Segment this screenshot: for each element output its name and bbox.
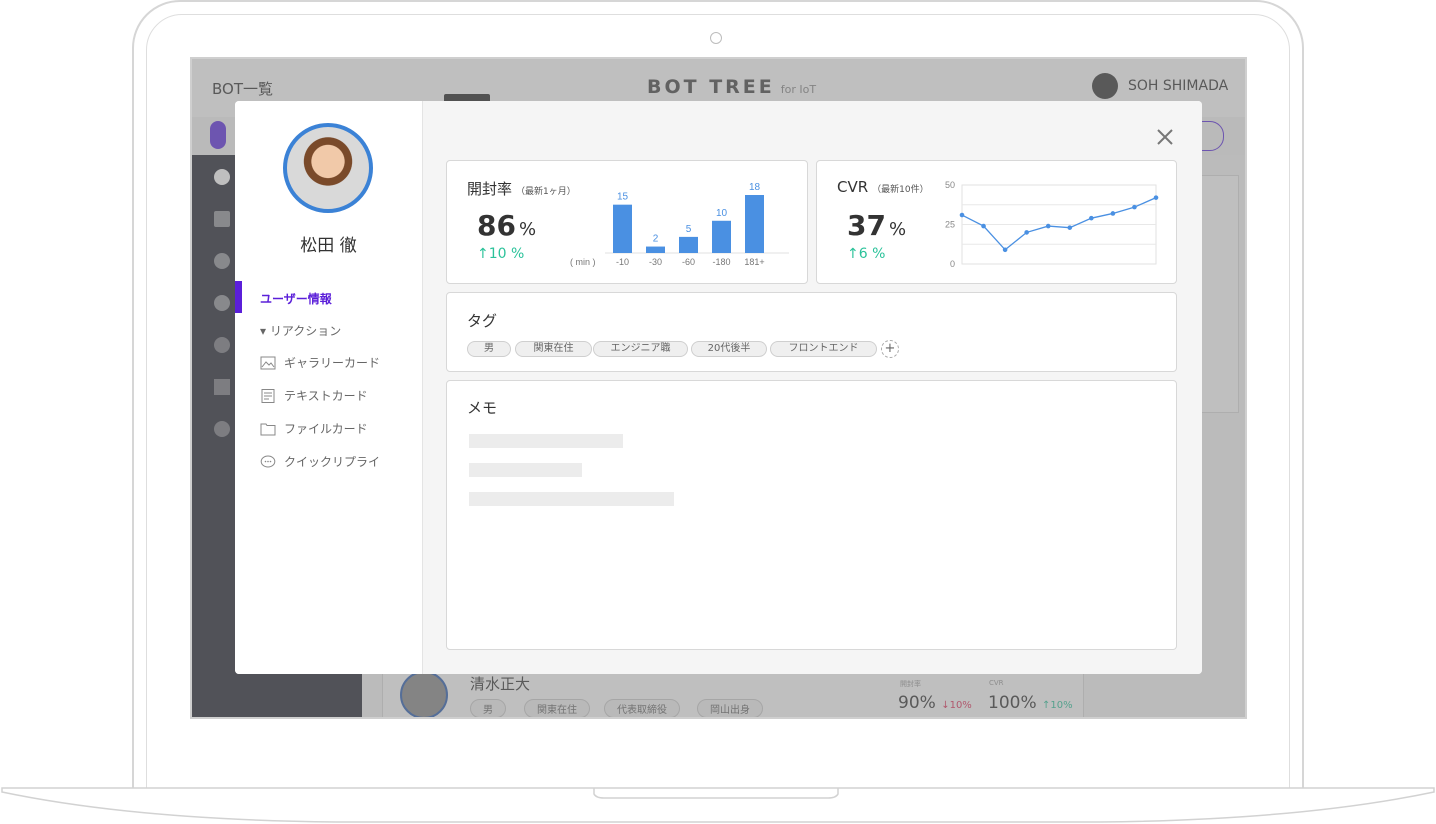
data-point <box>1110 211 1116 216</box>
nav-file-card[interactable]: ファイルカード <box>260 420 368 437</box>
cvr-card: CVR （最新10件） 37% ↑6 % 50 25 0 <box>816 160 1177 284</box>
tick-label: -180 <box>712 257 730 267</box>
cvr-number: 37 <box>847 209 886 242</box>
data-point <box>1132 204 1137 210</box>
x-axis-label: ( min ) <box>570 257 596 267</box>
memo-placeholder-line <box>469 492 674 506</box>
open-rate-card: 開封率 （最新1ヶ月） 86% ↑10 % ( min ) 15 -10 2 -30 5 -6… <box>446 160 808 284</box>
bar <box>712 220 731 253</box>
bar <box>679 236 698 253</box>
tick-label: -60 <box>682 257 695 267</box>
data-label: 5 <box>686 224 692 235</box>
nav-label: クイックリプライ <box>284 455 381 469</box>
profile-photo <box>283 123 373 213</box>
cvr-delta: ↑6 % <box>847 246 886 262</box>
image-icon <box>260 356 276 369</box>
nav-label: ギャラリーカード <box>284 356 381 370</box>
folder-icon <box>260 423 276 435</box>
nav-gallery-card[interactable]: ギャラリーカード <box>260 354 380 371</box>
open-rate-number: 86 <box>477 209 516 242</box>
document-icon <box>261 388 275 403</box>
cvr-value: 37% <box>847 209 906 242</box>
cvr-title: CVR <box>837 178 869 196</box>
data-point <box>1067 225 1073 230</box>
user-detail-modal: 松田 徹 ユーザー情報 ▾ リアクション ギャラリーカード テキストカード ファ… <box>235 101 1202 674</box>
laptop-base <box>1 787 1435 823</box>
open-rate-title: 開封率 <box>467 180 513 198</box>
data-label: 10 <box>716 208 728 219</box>
active-indicator <box>235 281 242 313</box>
tick-label: -30 <box>649 257 662 267</box>
tick-label: 0 <box>950 259 955 269</box>
data-point <box>1024 230 1029 235</box>
camera-icon <box>710 32 722 44</box>
nav-user-info[interactable]: ユーザー情報 <box>260 290 332 307</box>
nav-quick-reply[interactable]: クイックリプライ <box>260 453 380 470</box>
bar <box>646 246 665 253</box>
tag[interactable]: 関東在住 <box>515 341 592 357</box>
data-point <box>1002 247 1008 253</box>
memo-title: メモ <box>467 399 498 417</box>
memo-placeholder-line <box>469 434 623 448</box>
data-point <box>981 223 986 229</box>
nav-text-card[interactable]: テキストカード <box>260 387 368 404</box>
open-rate-bar-chart: ( min ) 15 -10 2 -30 5 -60 10 -180 18 181+ <box>570 182 789 267</box>
open-rate-delta: ↑10 % <box>477 246 525 262</box>
nav-label: ▾ リアクション <box>260 324 342 338</box>
cvr-line-chart: 50 25 0 <box>945 180 1159 269</box>
data-point <box>1045 223 1051 229</box>
nav-label: ファイルカード <box>284 422 368 436</box>
screen: BOT一覧 BOT TREEfor IoT SOH SHIMADA 清水正大 男… <box>190 57 1247 719</box>
profile-name: 松田 徹 <box>300 236 357 256</box>
bar <box>745 195 764 253</box>
memo-placeholder-line <box>469 463 582 477</box>
tag-card: タグ 男 関東在住 エンジニア職 20代後半 フロントエンド + <box>446 292 1177 372</box>
nav-reaction[interactable]: ▾ リアクション <box>260 322 341 339</box>
add-tag-button[interactable]: + <box>881 340 899 358</box>
data-label: 15 <box>617 192 629 203</box>
data-label: 18 <box>749 182 761 193</box>
chat-bubble-icon <box>260 455 276 467</box>
data-point <box>1089 215 1094 221</box>
tick-label: 50 <box>945 180 955 190</box>
nav-label: ユーザー情報 <box>260 292 332 306</box>
tag[interactable]: フロントエンド <box>770 341 877 357</box>
data-point <box>1153 195 1159 200</box>
tag[interactable]: 男 <box>467 341 511 357</box>
series-line <box>961 197 1157 251</box>
nav-label: テキストカード <box>284 389 368 403</box>
cvr-subtitle: （最新10件） <box>872 185 929 195</box>
data-label: 2 <box>653 234 659 245</box>
tag[interactable]: エンジニア職 <box>593 341 688 357</box>
tag-title: タグ <box>467 312 498 330</box>
close-icon[interactable] <box>1153 125 1177 149</box>
modal-sidebar: 松田 徹 ユーザー情報 ▾ リアクション ギャラリーカード テキストカード ファ… <box>235 101 423 674</box>
percent-unit: % <box>888 219 907 240</box>
card-title: CVR （最新10件） <box>837 178 929 196</box>
tick-label: 25 <box>945 220 955 230</box>
percent-unit: % <box>518 219 537 240</box>
tick-label: -10 <box>616 257 629 267</box>
tag[interactable]: 20代後半 <box>691 341 767 357</box>
open-rate-value: 86% <box>477 209 536 242</box>
memo-card: メモ <box>446 380 1177 650</box>
tick-label: 181+ <box>744 257 764 267</box>
card-title: 開封率 （最新1ヶ月） <box>467 178 576 199</box>
data-point <box>959 212 965 218</box>
bar <box>613 204 632 253</box>
